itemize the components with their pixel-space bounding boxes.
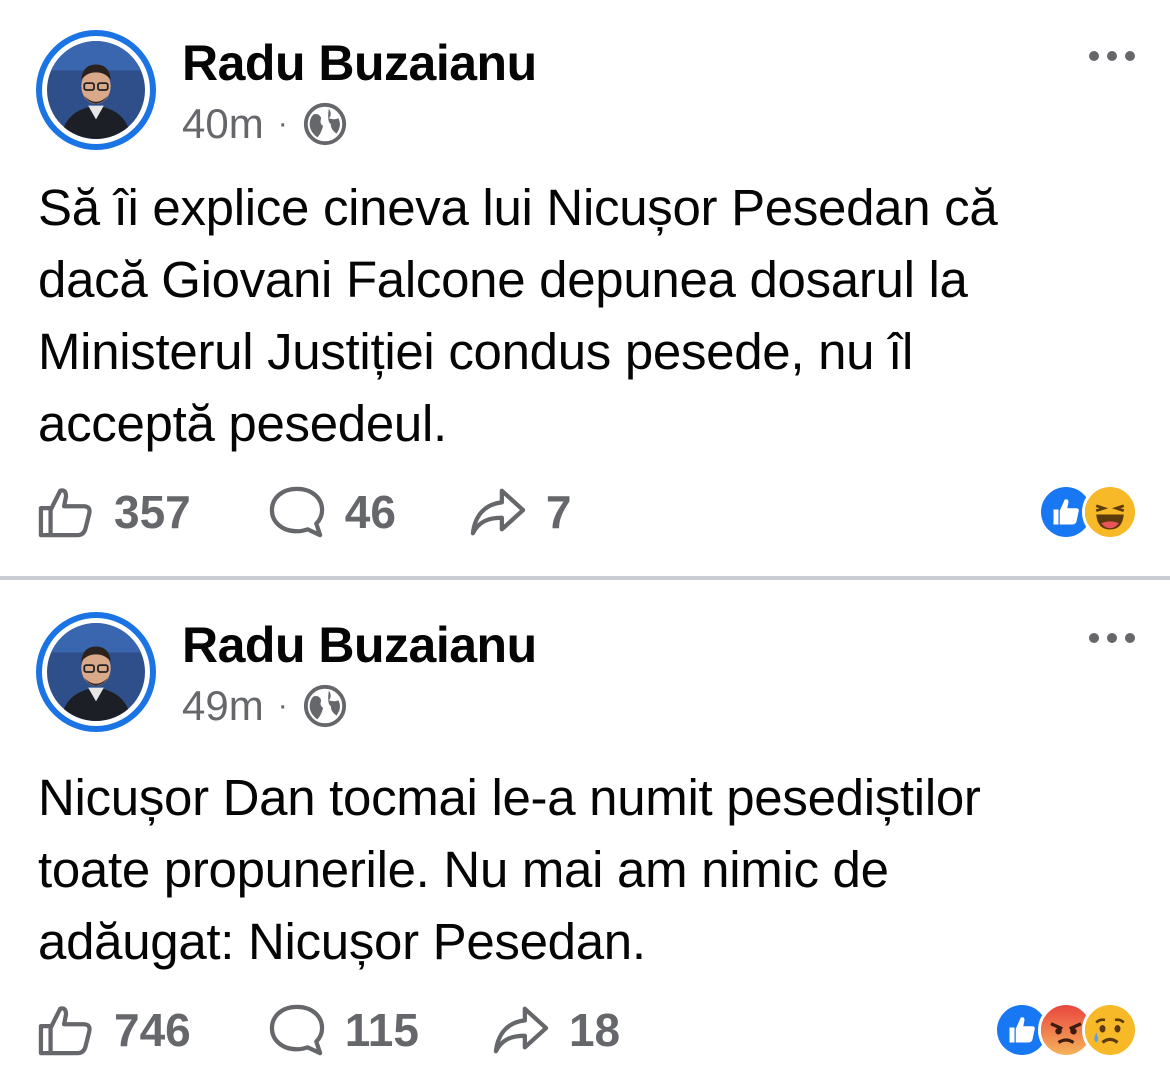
post-time[interactable]: 49m: [182, 682, 264, 730]
like-count: 746: [114, 1004, 191, 1056]
like-count: 357: [114, 486, 191, 538]
sad-reaction-icon: [1082, 1002, 1138, 1058]
haha-reaction-icon: [1082, 484, 1138, 540]
like-button[interactable]: 357: [36, 485, 191, 539]
post-meta: 49m ·: [182, 678, 348, 734]
comment-count: 115: [344, 1004, 419, 1056]
post-actions: 746 115 18: [36, 1000, 620, 1060]
share-icon: [493, 1006, 549, 1054]
more-options-icon[interactable]: [1086, 44, 1138, 68]
comment-button[interactable]: 115: [267, 1003, 419, 1057]
reaction-summary[interactable]: [994, 1002, 1138, 1058]
share-button[interactable]: 7: [468, 485, 572, 539]
post-text: Să îi explice cineva lui Nicușor Pesedan…: [38, 179, 998, 452]
avatar[interactable]: [36, 612, 156, 732]
avatar[interactable]: [36, 30, 156, 150]
author-name[interactable]: Radu Buzaianu: [182, 34, 537, 92]
comment-button[interactable]: 46: [267, 485, 396, 539]
profile-photo: [47, 41, 145, 139]
post-text: Nicușor Dan tocmai le-a numit pesediștil…: [38, 769, 981, 970]
post-card: Radu Buzaianu 40m · Să îi explice cineva…: [0, 0, 1170, 576]
author-name[interactable]: Radu Buzaianu: [182, 616, 537, 674]
meta-separator: ·: [277, 689, 288, 722]
post-meta: 40m ·: [182, 96, 348, 152]
post-time[interactable]: 40m: [182, 100, 264, 148]
thumbs-up-icon: [38, 1006, 92, 1056]
share-count: 18: [568, 1004, 621, 1056]
post-divider: [0, 576, 1170, 580]
thumbs-up-icon: [38, 488, 92, 538]
share-icon: [470, 488, 526, 536]
globe-icon: [303, 684, 346, 728]
post-card: Radu Buzaianu 49m · Nicușor Dan tocmai l…: [0, 582, 1170, 1085]
reaction-summary[interactable]: [1038, 484, 1138, 540]
comment-icon: [269, 486, 324, 538]
meta-separator: ·: [277, 107, 288, 140]
post-actions: 357 46 7: [36, 482, 572, 542]
comment-count: 46: [344, 486, 396, 538]
globe-icon: [303, 102, 346, 146]
share-count: 7: [545, 486, 572, 538]
profile-photo: [47, 623, 145, 721]
share-button[interactable]: 18: [491, 1003, 620, 1057]
more-options-icon[interactable]: [1086, 626, 1138, 650]
like-button[interactable]: 746: [36, 1003, 191, 1057]
comment-icon: [269, 1004, 324, 1056]
